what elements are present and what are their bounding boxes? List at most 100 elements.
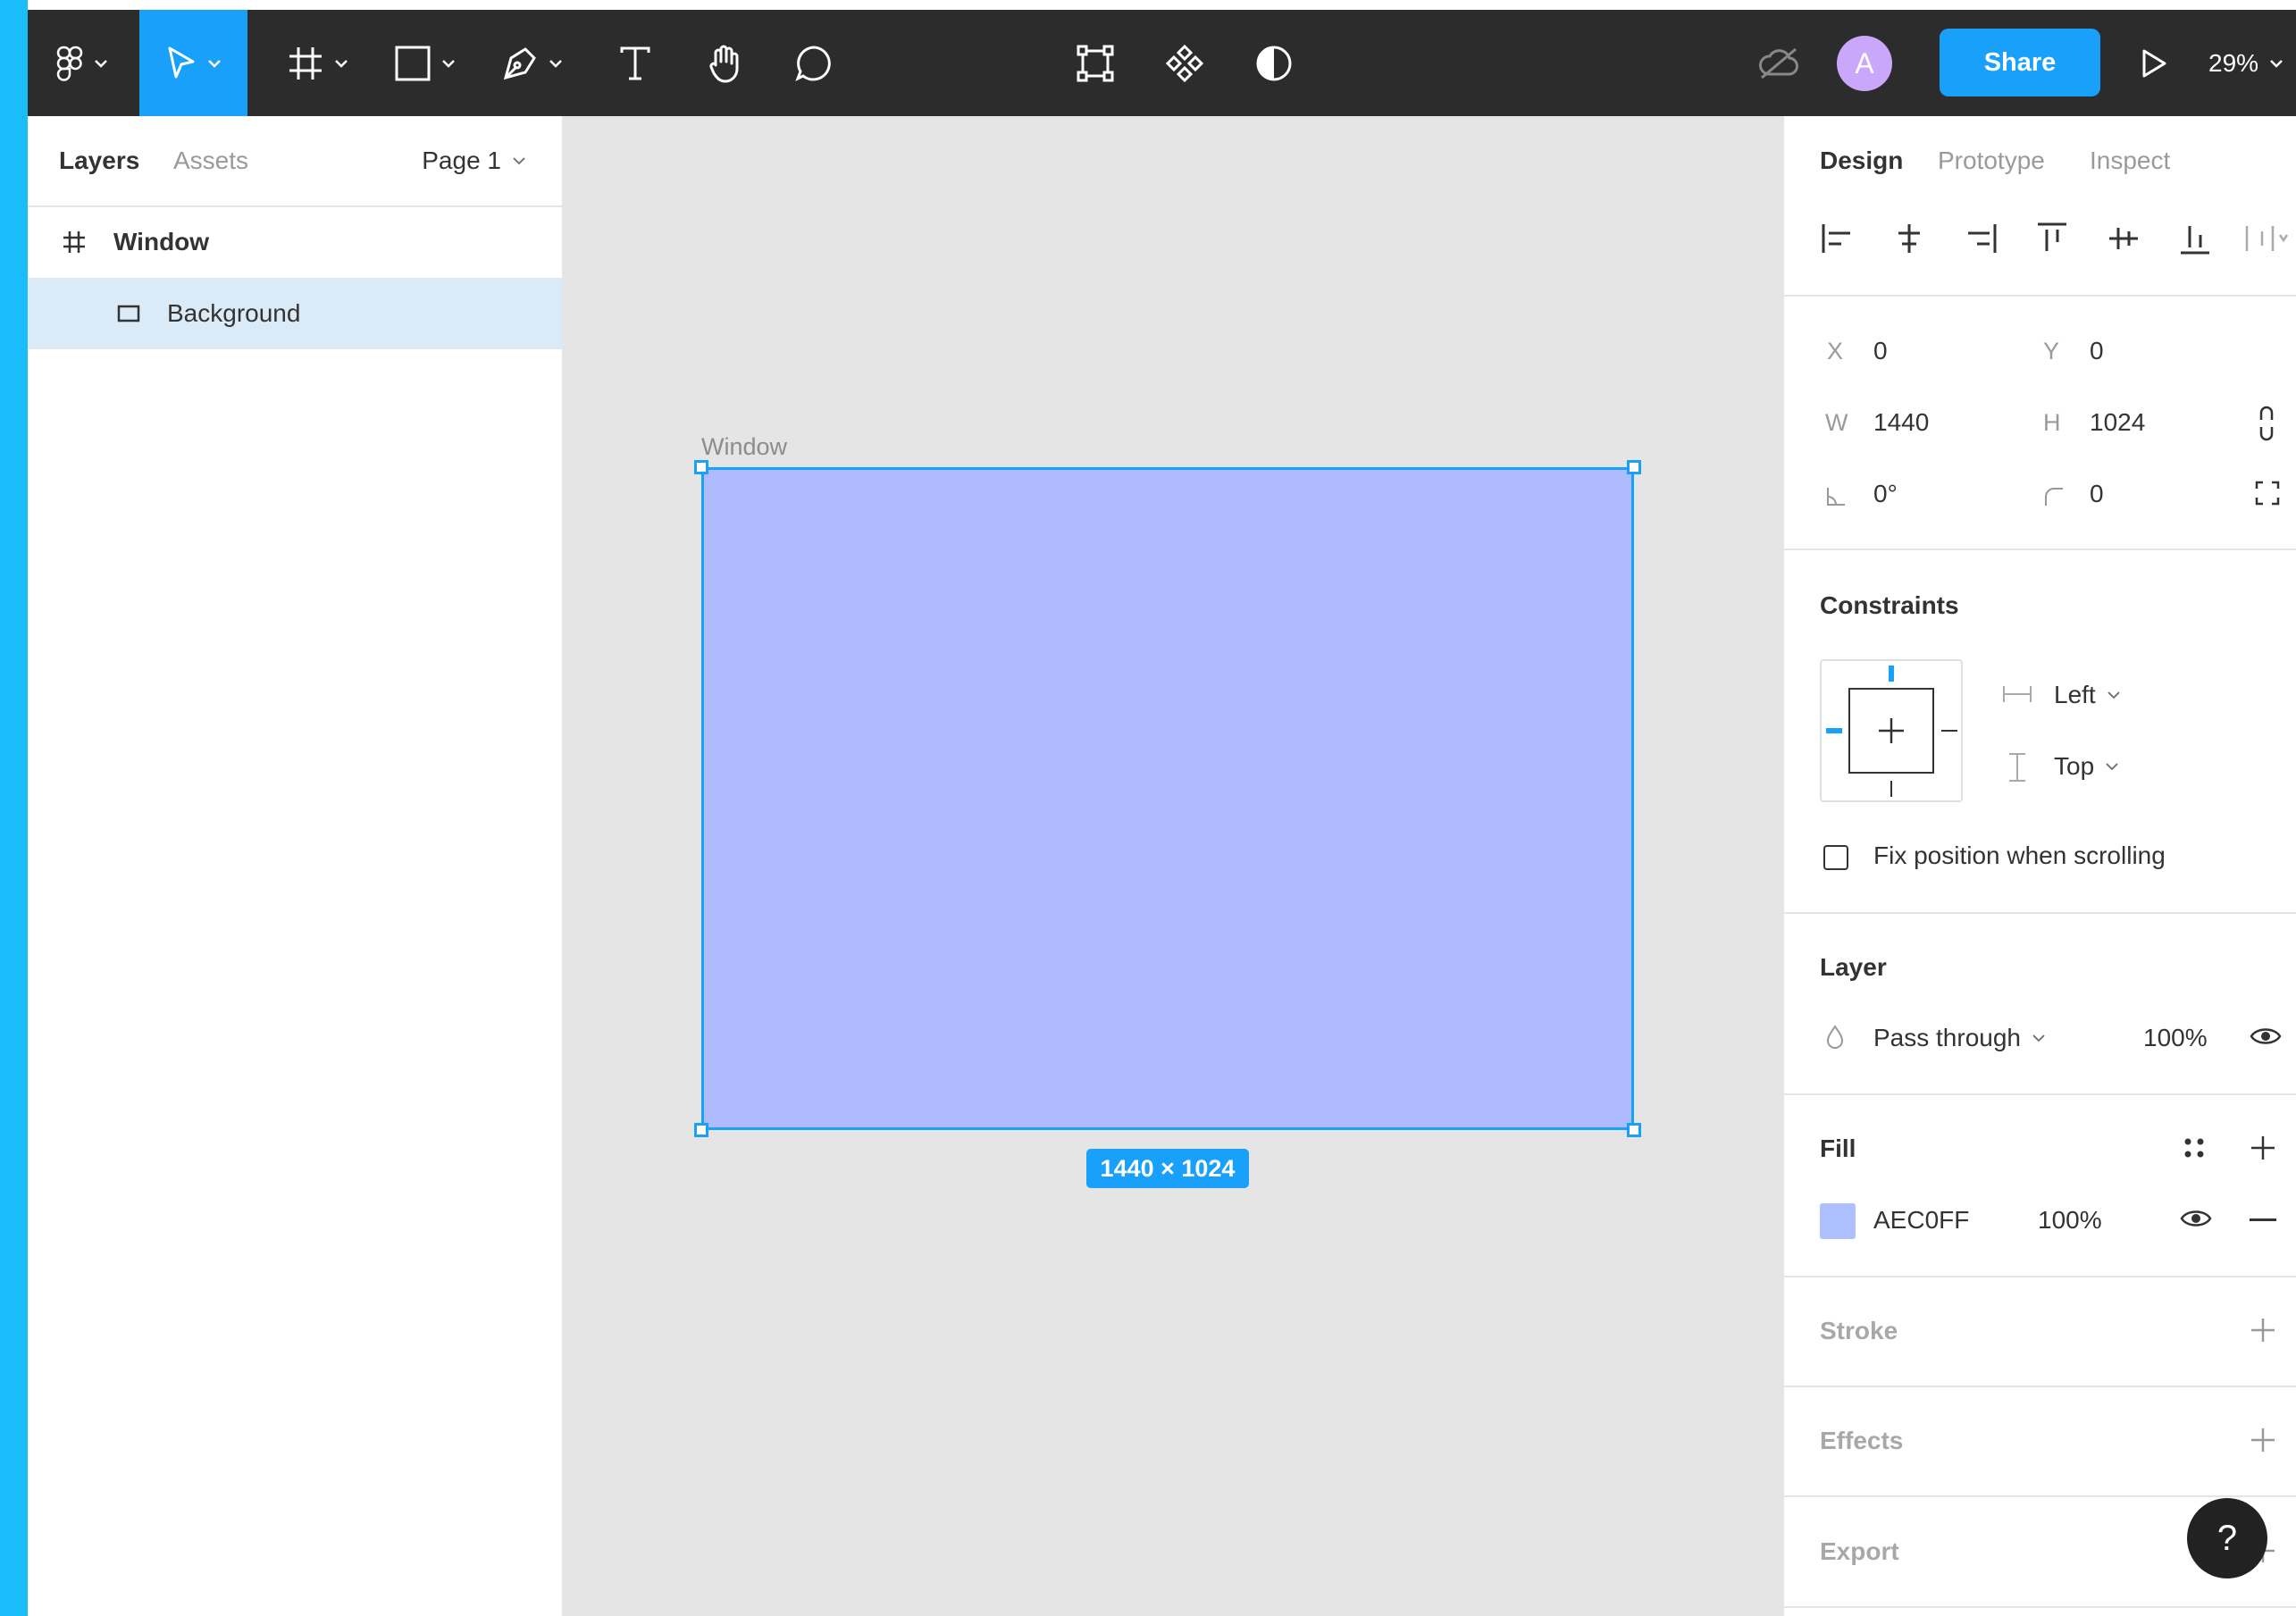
blend-mode-select[interactable]: Pass through <box>1873 1024 2046 1052</box>
rectangle-icon <box>117 305 140 322</box>
constraint-left-active[interactable] <box>1826 728 1842 733</box>
width-input[interactable]: 1440 <box>1873 408 1929 437</box>
divider <box>1784 1093 2296 1095</box>
chevron-down-icon <box>2106 763 2118 771</box>
align-right-icon[interactable] <box>1963 221 1999 256</box>
remove-fill-icon[interactable] <box>2250 1218 2276 1222</box>
offline-status-button[interactable] <box>1743 10 1814 116</box>
chevron-down-icon <box>549 59 562 68</box>
w-label: W <box>1825 409 1848 436</box>
resize-handle-top-left[interactable] <box>694 460 708 474</box>
main-menu-button[interactable] <box>28 10 137 116</box>
divider <box>1784 1495 2296 1497</box>
x-input[interactable]: 0 <box>1873 337 1888 365</box>
horizontal-constraint-select[interactable]: Left <box>2054 681 2121 709</box>
tab-inspect[interactable]: Inspect <box>2090 116 2170 205</box>
text-icon <box>620 46 650 80</box>
layer-name: Window <box>113 228 210 255</box>
corner-radius-icon <box>2045 488 2063 506</box>
constraint-right[interactable] <box>1941 730 1957 732</box>
align-horizontal-center-icon[interactable] <box>1891 221 1927 256</box>
present-button[interactable] <box>2118 10 2190 116</box>
user-avatar[interactable]: A <box>1837 36 1892 91</box>
fill-opacity-input[interactable]: 100% <box>2038 1206 2102 1235</box>
move-tool-button[interactable] <box>139 10 247 116</box>
figma-logo-icon <box>56 46 83 81</box>
layer-row-window[interactable]: Window <box>28 206 562 278</box>
cloud-off-icon <box>1759 47 1798 79</box>
mask-button[interactable] <box>1234 10 1314 116</box>
add-effect-icon[interactable] <box>2250 1427 2276 1453</box>
horizontal-constraint-icon <box>2003 686 2032 702</box>
canvas[interactable]: Window 1440 × 1024 <box>564 116 1782 1616</box>
resize-handle-bottom-right[interactable] <box>1627 1123 1641 1137</box>
rotation-input[interactable]: 0° <box>1873 480 1898 508</box>
fill-hex-input[interactable]: AEC0FF <box>1873 1206 1969 1235</box>
effects-title: Effects <box>1820 1427 1904 1454</box>
x-label: X <box>1827 338 1844 364</box>
page-selector-label: Page 1 <box>422 147 501 174</box>
fill-color-swatch[interactable] <box>1820 1203 1856 1239</box>
vertical-constraint-select[interactable]: Top <box>2054 752 2119 781</box>
shape-tool-button[interactable] <box>376 10 474 116</box>
constraints-title: Constraints <box>1820 591 1959 619</box>
frame-label[interactable]: Window <box>701 433 787 461</box>
fix-position-label: Fix position when scrolling <box>1873 841 2166 869</box>
align-top-icon[interactable] <box>2034 221 2070 256</box>
constraint-top-active[interactable] <box>1889 666 1894 682</box>
styles-grid-icon[interactable] <box>2183 1136 2206 1160</box>
eye-icon[interactable] <box>2180 1208 2212 1229</box>
cursor-icon <box>168 46 194 78</box>
text-tool-button[interactable] <box>591 10 680 116</box>
vertical-constraint-value: Top <box>2054 752 2095 780</box>
layer-name: Background <box>167 299 301 327</box>
pen-icon <box>503 46 536 80</box>
window-frame[interactable] <box>701 467 1634 1130</box>
corner-radius-input[interactable]: 0 <box>2090 480 2104 508</box>
tab-assets[interactable]: Assets <box>173 116 248 205</box>
divider <box>1784 912 2296 914</box>
height-input[interactable]: 1024 <box>2090 408 2145 437</box>
layers-panel: Layers Assets Page 1 Window Background <box>28 116 564 1616</box>
tab-design[interactable]: Design <box>1820 116 1903 205</box>
page-selector[interactable]: Page 1 <box>422 116 526 205</box>
pen-tool-button[interactable] <box>483 10 582 116</box>
align-vertical-center-icon[interactable] <box>2106 221 2141 256</box>
toolbar: A Share 29% <box>28 10 2296 116</box>
add-stroke-icon[interactable] <box>2250 1317 2276 1344</box>
components-button[interactable] <box>1144 10 1225 116</box>
constraint-bottom[interactable] <box>1890 781 1892 797</box>
resize-handle-top-right[interactable] <box>1627 460 1641 474</box>
layer-row-background[interactable]: Background <box>28 278 562 349</box>
layer-opacity-input[interactable]: 100% <box>2143 1024 2208 1052</box>
chevron-down-icon <box>2107 691 2120 699</box>
fill-title: Fill <box>1820 1135 1856 1162</box>
frame-tool-button[interactable] <box>269 10 367 116</box>
constrain-proportions-icon[interactable] <box>2258 406 2275 441</box>
align-bottom-icon[interactable] <box>2177 221 2213 256</box>
hand-tool-button[interactable] <box>680 10 769 116</box>
left-accent-strip <box>0 0 28 1616</box>
plus-icon <box>1879 718 1904 743</box>
share-button[interactable]: Share <box>1940 29 2100 96</box>
chevron-down-icon <box>335 59 348 68</box>
help-button[interactable]: ? <box>2187 1498 2267 1578</box>
y-input[interactable]: 0 <box>2090 337 2104 365</box>
edit-object-button[interactable] <box>1055 10 1135 116</box>
add-fill-icon[interactable] <box>2250 1135 2276 1161</box>
comment-tool-button[interactable] <box>769 10 859 116</box>
resize-handle-bottom-left[interactable] <box>694 1123 708 1137</box>
zoom-menu[interactable]: 29% <box>2208 10 2283 116</box>
fix-position-checkbox[interactable] <box>1823 845 1848 870</box>
constraints-widget[interactable] <box>1820 659 1963 802</box>
align-left-icon[interactable] <box>1820 221 1856 256</box>
independent-corners-icon[interactable] <box>2255 481 2280 506</box>
chevron-down-icon <box>442 59 455 68</box>
chevron-down-icon <box>95 59 107 68</box>
component-icon <box>1165 44 1204 82</box>
distribute-icon[interactable] <box>2244 221 2289 256</box>
eye-icon[interactable] <box>2250 1026 2282 1047</box>
tab-prototype[interactable]: Prototype <box>1938 116 2045 205</box>
tab-layers[interactable]: Layers <box>59 116 139 205</box>
chevron-down-icon <box>2032 1034 2045 1042</box>
